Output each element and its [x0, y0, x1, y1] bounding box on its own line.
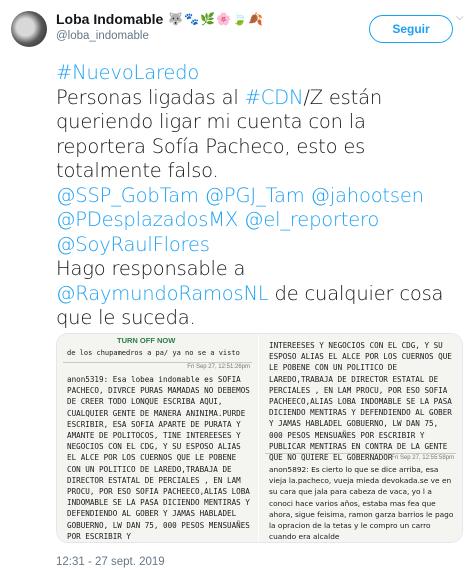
tweet-text-segment: /Z están [303, 85, 382, 109]
mention-link[interactable]: @RaymundoRamosNL [56, 282, 269, 305]
tweet-text-segment: que le suceda. [56, 306, 196, 329]
tweet-line: que le suceda. [56, 306, 464, 331]
hashtag-link[interactable]: #NuevoLaredo [56, 61, 199, 84]
name-emojis: 🐺 🐾 🌿 🌸 🍃 🍂 [168, 12, 264, 26]
mention-link[interactable]: @SoyRaulFlores [56, 233, 210, 256]
mention-link[interactable]: @PDesplazadosMX [56, 208, 238, 231]
paw-emoji: 🐾 [184, 12, 200, 26]
tweet-line: Personas ligadas al #CDN/Z están [56, 86, 464, 111]
left-post-timestamp: Fri Sep 27, 12:51:26pm [187, 364, 250, 370]
herb-emoji: 🌿 [200, 12, 216, 26]
mention-link[interactable]: @jahootsen [311, 184, 424, 207]
wolf-emoji: 🐺 [168, 12, 184, 26]
right-divider [265, 453, 456, 454]
follow-button[interactable]: Seguir [369, 15, 453, 43]
left-top-text: de los chupamedros a pa/ ya no se a vist… [67, 349, 240, 357]
tweet-line: reportera Sofía Pacheco, esto es [56, 135, 464, 160]
right-post-timestamp: Fri Sep 27, 12:55:58pm [391, 455, 454, 461]
user-handle[interactable]: @loba_indomable [56, 30, 149, 42]
display-name[interactable]: Loba Indomable [56, 11, 163, 27]
name-row: Loba Indomable 🐺 🐾 🌿 🌸 🍃 🍂 [56, 11, 264, 27]
tweet-header: Loba Indomable 🐺 🐾 🌿 🌸 🍃 🍂 @loba_indomable Se… [0, 0, 472, 60]
blossom-emoji: 🌸 [216, 12, 232, 26]
tweet-text-segment: totalmente falso. [56, 159, 219, 182]
tweet-line: @RaymundoRamosNL de cualquier cosa [56, 282, 464, 307]
mention-link[interactable]: @PGJ_Tam [205, 184, 305, 207]
left-divider [63, 362, 252, 363]
tweet-line: Hago responsable a [56, 257, 464, 282]
tweet-line: queriendo ligar mi cuenta con la [56, 110, 464, 135]
left-post-body: anon5319: Esa lobea indomable es SOFIA P… [67, 375, 250, 541]
tweet-line: totalmente falso. [56, 159, 464, 184]
tweet-timestamp[interactable]: 12:31 - 27 sept. 2019 [56, 556, 165, 568]
tweet-text-segment: queriendo ligar mi cuenta con la [56, 110, 366, 133]
tweet-text-segment: Hago responsable a [56, 257, 246, 280]
tweet-text-segment: reportera Sofía Pacheco, esto es [56, 134, 366, 158]
hashtag-link[interactable]: #CDN [245, 86, 304, 109]
mention-link[interactable]: @el_reportero [244, 208, 379, 231]
tweet-line: @SSP_GobTam @PGJ_Tam @jahootsen [56, 184, 464, 209]
tweet-media[interactable]: TURN OFF NOW de los chupamedros a pa/ ya… [56, 333, 463, 543]
turn-off-banner: TURN OFF NOW [117, 336, 176, 345]
tweet-text-segment: Personas ligadas al [56, 85, 245, 109]
fallen-leaf-emoji: 🍂 [248, 12, 264, 26]
mention-link[interactable]: @SSP_GobTam [56, 184, 199, 207]
right-post-body: INTEREESES Y NEGOCIOS CON EL CDG, Y SU E… [269, 341, 452, 463]
media-image-left[interactable]: TURN OFF NOW de los chupamedros a pa/ ya… [57, 334, 259, 542]
tweet-line: @SoyRaulFlores [56, 233, 464, 258]
tweet-line: #NuevoLaredo [56, 61, 464, 86]
tweet-line: @PDesplazadosMX @el_reportero [56, 208, 464, 233]
tweet-text-segment: de cualquier cosa [268, 281, 444, 305]
leaf-emoji: 🍃 [232, 12, 248, 26]
tweet-text: #NuevoLaredo Personas ligadas al #CDN/Z e… [56, 61, 464, 331]
chevron-down-icon[interactable]: ⌵ [456, 13, 466, 23]
avatar[interactable] [11, 11, 47, 47]
right-post-body-2: anon5892: Es cierto lo que se dice arrib… [269, 465, 454, 542]
media-image-right[interactable]: INTEREESES Y NEGOCIOS CON EL CDG, Y SU E… [259, 334, 462, 542]
